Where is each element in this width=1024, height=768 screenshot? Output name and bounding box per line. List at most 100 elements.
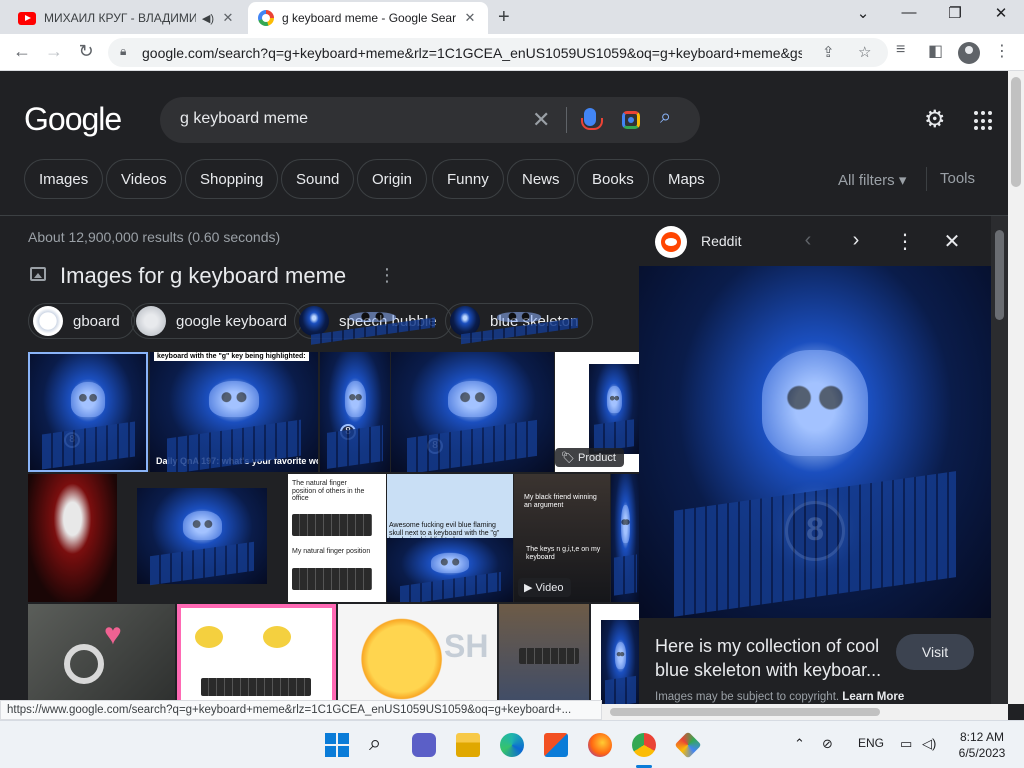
lens-icon[interactable] bbox=[622, 111, 640, 129]
image-result[interactable]: SH bbox=[338, 604, 497, 704]
address-bar[interactable]: 🔒︎ google.com/search?q=g+keyboard+meme&r… bbox=[108, 38, 888, 67]
search-icon[interactable]: ⌕ bbox=[660, 106, 671, 129]
image-result[interactable]: The natural finger position of others in… bbox=[288, 474, 386, 602]
all-filters-button[interactable]: All filters ▾ bbox=[838, 171, 906, 189]
related-chip-gboard[interactable]: gboard bbox=[28, 303, 135, 339]
lock-icon[interactable]: 🔒︎ bbox=[120, 44, 126, 59]
edge-icon[interactable] bbox=[500, 733, 524, 757]
close-tab-icon[interactable]: ✕ bbox=[462, 10, 478, 26]
related-chip-blue-skeleton[interactable]: blue skeleton bbox=[445, 303, 594, 339]
image-result[interactable]: keyboard with the "g" key being highligh… bbox=[150, 352, 318, 472]
tab-title: МИХАИЛ КРУГ - ВЛАДИМИ bbox=[44, 11, 196, 25]
scrollbar-thumb[interactable] bbox=[1011, 77, 1021, 187]
google-logo[interactable]: Google bbox=[24, 101, 122, 138]
minimize-button[interactable]: — bbox=[894, 4, 924, 21]
speaker-icon[interactable]: ◀︎) bbox=[202, 12, 214, 25]
tab-youtube[interactable]: МИХАИЛ КРУГ - ВЛАДИМИ ◀︎) ✕ bbox=[8, 2, 246, 34]
share-icon[interactable]: ⇪ bbox=[822, 43, 835, 61]
image-result[interactable]: Awesome fucking evil blue flaming skull … bbox=[387, 474, 513, 602]
image-result[interactable] bbox=[499, 604, 589, 704]
image-result[interactable]: 8 bbox=[28, 352, 148, 472]
panel-scrollbar[interactable] bbox=[991, 216, 1008, 704]
previous-icon[interactable]: ‹ bbox=[797, 229, 819, 252]
tab-search-icon[interactable]: ⌄ bbox=[848, 4, 878, 22]
keyboard-image bbox=[292, 568, 372, 590]
chip-sound[interactable]: Sound bbox=[281, 159, 355, 199]
network-icon[interactable]: ⊘ bbox=[822, 736, 833, 752]
chip-funny[interactable]: Funny bbox=[432, 159, 504, 199]
image-result[interactable]: 🏷︎ Product bbox=[555, 352, 640, 472]
image-result[interactable]: ♥ bbox=[28, 604, 175, 704]
language-indicator[interactable]: ENG bbox=[858, 736, 884, 750]
side-panel-icon[interactable]: ◧ bbox=[928, 41, 943, 61]
store-icon[interactable] bbox=[544, 733, 568, 757]
close-tab-icon[interactable]: ✕ bbox=[220, 10, 236, 26]
next-icon[interactable]: › bbox=[845, 229, 867, 252]
search-input[interactable]: g keyboard meme bbox=[180, 110, 308, 128]
page-scrollbar[interactable] bbox=[1008, 71, 1024, 704]
clock[interactable]: 8:12 AM 6/5/2023 bbox=[948, 729, 1016, 761]
image-caption: keyboard with the "g" key being highligh… bbox=[154, 352, 309, 361]
tab-google-search[interactable]: g keyboard meme - Google Sear ✕ bbox=[248, 2, 488, 34]
image-result[interactable]: 8 bbox=[391, 352, 554, 472]
youtube-icon bbox=[18, 11, 36, 25]
source-name[interactable]: Reddit bbox=[701, 233, 741, 249]
firefox-icon[interactable] bbox=[588, 733, 612, 757]
tools-button[interactable]: Tools bbox=[940, 170, 975, 187]
reading-list-icon[interactable]: ≡ bbox=[896, 41, 905, 59]
related-chip-speech-bubble[interactable]: speech bubble bbox=[294, 303, 452, 339]
preview-image[interactable]: 8 bbox=[639, 266, 991, 618]
images-section-title[interactable]: Images for g keyboard meme bbox=[60, 263, 346, 289]
reload-icon[interactable]: ↻ bbox=[74, 41, 98, 62]
visit-button[interactable]: Visit bbox=[896, 634, 974, 670]
windows-start-icon[interactable] bbox=[325, 733, 349, 757]
volume-icon[interactable]: ◁) bbox=[922, 736, 936, 752]
scrollbar-thumb[interactable] bbox=[610, 708, 880, 716]
horizontal-scrollbar[interactable] bbox=[600, 704, 1008, 720]
teams-chat-icon[interactable] bbox=[412, 733, 436, 757]
image-result[interactable] bbox=[28, 474, 117, 602]
chrome-icon[interactable] bbox=[632, 733, 656, 757]
chip-videos[interactable]: Videos bbox=[106, 159, 182, 199]
scrollbar-thumb[interactable] bbox=[995, 230, 1004, 320]
file-explorer-icon[interactable] bbox=[456, 733, 480, 757]
related-chip-google-keyboard[interactable]: google keyboard bbox=[131, 303, 302, 339]
close-window-button[interactable]: ✕ bbox=[986, 4, 1016, 22]
more-options-icon[interactable]: ⋮ bbox=[378, 265, 396, 286]
chip-images[interactable]: Images bbox=[24, 159, 104, 199]
chip-books[interactable]: Books bbox=[577, 159, 649, 199]
apps-grid-icon[interactable] bbox=[974, 111, 994, 131]
settings-gear-icon[interactable]: ⚙ bbox=[924, 105, 946, 134]
profile-avatar[interactable] bbox=[958, 42, 980, 64]
image-result[interactable]: 8 bbox=[320, 352, 390, 472]
image-result[interactable] bbox=[591, 604, 640, 704]
new-tab-button[interactable]: + bbox=[498, 6, 510, 29]
image-result[interactable] bbox=[611, 474, 640, 602]
more-options-icon[interactable]: ⋮ bbox=[894, 229, 916, 254]
meme-text: The natural finger position of others in… bbox=[292, 480, 365, 503]
image-result[interactable]: My black friend winning an argument The … bbox=[514, 474, 610, 602]
clear-icon[interactable]: ✕ bbox=[532, 107, 550, 133]
image-result[interactable] bbox=[119, 474, 287, 602]
bookmark-star-icon[interactable]: ☆ bbox=[858, 43, 871, 61]
forward-icon[interactable]: → bbox=[42, 41, 66, 62]
back-icon[interactable]: ← bbox=[10, 41, 34, 62]
image-result[interactable] bbox=[177, 604, 336, 704]
maximize-button[interactable]: ❐ bbox=[940, 4, 970, 22]
badge-label: Product bbox=[578, 452, 616, 464]
reddit-logo-icon[interactable] bbox=[655, 226, 687, 258]
chip-news[interactable]: News bbox=[507, 159, 575, 199]
monitor-icon[interactable]: ▭ bbox=[900, 736, 912, 752]
learn-more-link[interactable]: Learn More bbox=[842, 691, 904, 703]
tray-chevron-icon[interactable]: ⌃ bbox=[794, 736, 805, 752]
chip-origin[interactable]: Origin bbox=[357, 159, 428, 199]
menu-icon[interactable]: ⋮ bbox=[994, 41, 1010, 61]
search-icon[interactable]: ⌕ bbox=[369, 730, 393, 755]
app-icon[interactable] bbox=[674, 731, 702, 759]
chip-shopping[interactable]: Shopping bbox=[185, 159, 279, 199]
microphone-icon[interactable] bbox=[581, 108, 603, 130]
close-icon[interactable]: ✕ bbox=[941, 229, 963, 254]
preview-title[interactable]: Here is my collection of cool blue skele… bbox=[655, 634, 891, 682]
chip-maps[interactable]: Maps bbox=[653, 159, 720, 199]
search-box[interactable]: g keyboard meme ✕ ⌕ bbox=[160, 97, 700, 143]
